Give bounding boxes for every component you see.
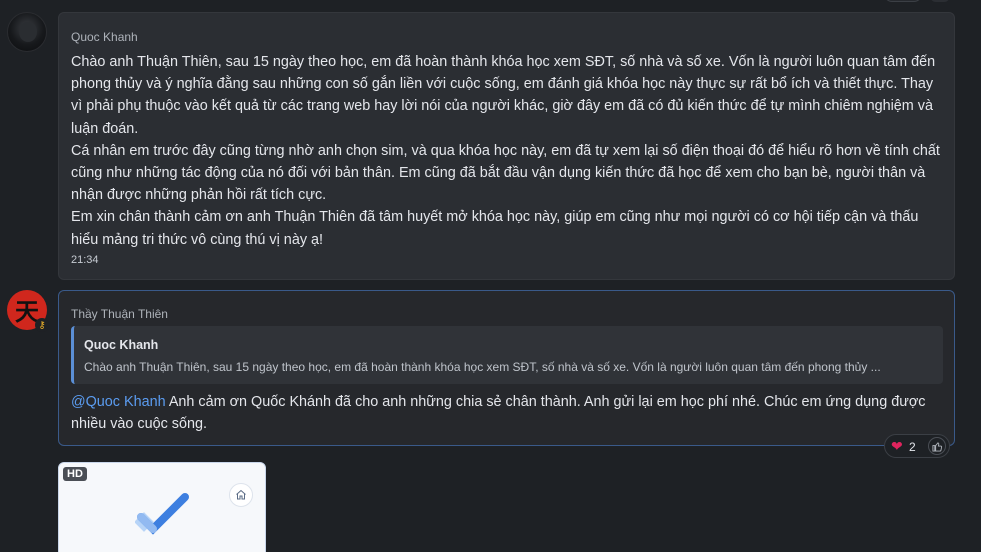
avatar[interactable]: 天 ⚷: [7, 290, 49, 332]
message-bubble[interactable]: Quoc Khanh Chào anh Thuận Thiên, sau 15 …: [58, 12, 955, 280]
previous-reaction-bar[interactable]: [884, 0, 922, 2]
reply-text: Anh cảm ơn Quốc Khánh đã cho anh những c…: [71, 394, 926, 433]
heart-icon[interactable]: ❤: [891, 439, 903, 453]
reaction-bar[interactable]: ❤ 2: [884, 434, 950, 458]
home-button[interactable]: [229, 483, 253, 507]
home-icon: [236, 489, 246, 500]
user-mention[interactable]: @Quoc Khanh: [71, 394, 166, 410]
checkmark-icon: [135, 493, 189, 535]
thumbs-up-icon[interactable]: [928, 437, 946, 455]
message-paragraph: Cá nhân em trước đây cũng từng nhờ anh c…: [71, 142, 940, 204]
reaction-count: 2: [909, 440, 916, 454]
message-paragraph: Chào anh Thuận Thiên, sau 15 ngày theo h…: [71, 54, 936, 137]
previous-message-edge: [930, 0, 950, 2]
attachment-preview[interactable]: HD: [58, 462, 266, 552]
message-paragraph: Em xin chân thành cảm ơn anh Thuận Thiên…: [71, 209, 919, 248]
message-text: Chào anh Thuận Thiên, sau 15 ngày theo h…: [71, 51, 946, 251]
quoted-message[interactable]: Quoc Khanh Chào anh Thuận Thiên, sau 15 …: [71, 326, 943, 384]
hd-badge: HD: [63, 467, 87, 481]
avatar[interactable]: [7, 12, 47, 52]
message-author[interactable]: Thầy Thuận Thiên: [71, 307, 168, 321]
thumbs-up-svg: [931, 441, 942, 452]
message-author[interactable]: Quoc Khanh: [71, 30, 138, 44]
avatar-figure: [19, 22, 37, 42]
message-text: @Quoc Khanh Anh cảm ơn Quốc Khánh đã cho…: [71, 391, 946, 435]
key-icon: ⚷: [35, 318, 49, 332]
message-time: 21:34: [71, 254, 99, 266]
quoted-text: Chào anh Thuận Thiên, sau 15 ngày theo h…: [84, 360, 881, 374]
quoted-author: Quoc Khanh: [84, 338, 159, 352]
message-bubble[interactable]: Thầy Thuận Thiên Quoc Khanh Chào anh Thu…: [58, 290, 955, 446]
